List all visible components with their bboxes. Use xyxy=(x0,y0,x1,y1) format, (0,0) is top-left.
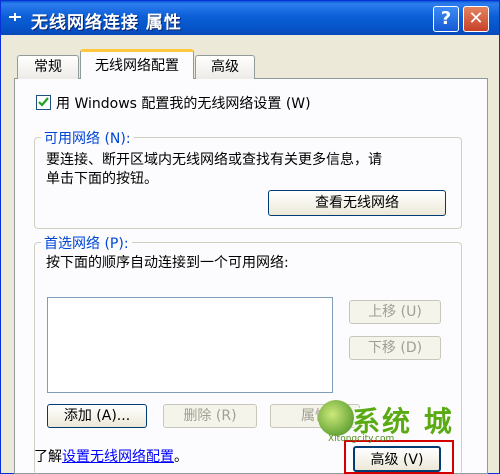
learn-more-text: 了解设置无线网络配置。 xyxy=(34,446,188,466)
learn-more-link[interactable]: 设置无线网络配置 xyxy=(62,449,174,465)
help-button[interactable]: ? xyxy=(433,6,459,32)
advanced-button[interactable]: 高级 (V) xyxy=(353,446,441,472)
preferred-networks-list[interactable] xyxy=(47,297,333,393)
learn-prefix: 了解 xyxy=(34,449,62,465)
tab-wireless-networks[interactable]: 无线网络配置 xyxy=(80,49,194,79)
available-description-line2: 单击下面的按钮。 xyxy=(46,171,158,187)
window-title: 无线网络连接 属性 xyxy=(31,13,182,33)
watermark-logo-icon xyxy=(318,400,354,436)
tab-general[interactable]: 常规 xyxy=(17,55,79,79)
available-networks-title: 可用网络 (N): xyxy=(41,128,134,148)
watermark-subtext: Xitongcity.com xyxy=(328,434,395,444)
watermark: 系统 城 Xitongcity.com xyxy=(318,398,468,448)
use-windows-label[interactable]: 用 Windows 配置我的无线网络设置 (W) xyxy=(56,93,311,113)
network-connection-icon xyxy=(9,13,21,21)
learn-suffix: 。 xyxy=(174,449,188,465)
move-up-button[interactable]: 上移 (U) xyxy=(349,300,441,324)
preferred-networks-title: 首选网络 (P): xyxy=(41,233,132,253)
close-button[interactable]: ✕ xyxy=(463,6,489,32)
available-description-line1: 要连接、断开区域内无线网络或查找有关更多信息，请 xyxy=(46,152,382,168)
checkmark-icon xyxy=(38,97,49,107)
tab-advanced[interactable]: 高级 xyxy=(195,55,255,79)
use-windows-checkbox[interactable] xyxy=(36,95,51,110)
view-wireless-networks-button[interactable]: 查看无线网络 xyxy=(268,190,446,216)
title-bar[interactable]: 无线网络连接 属性 ? ✕ xyxy=(1,1,499,35)
add-button[interactable]: 添加 (A)... xyxy=(47,404,147,428)
preferred-description: 按下面的顺序自动连接到一个可用网络: xyxy=(46,255,289,271)
remove-button[interactable]: 删除 (R) xyxy=(163,404,257,428)
move-down-button[interactable]: 下移 (D) xyxy=(349,336,441,360)
